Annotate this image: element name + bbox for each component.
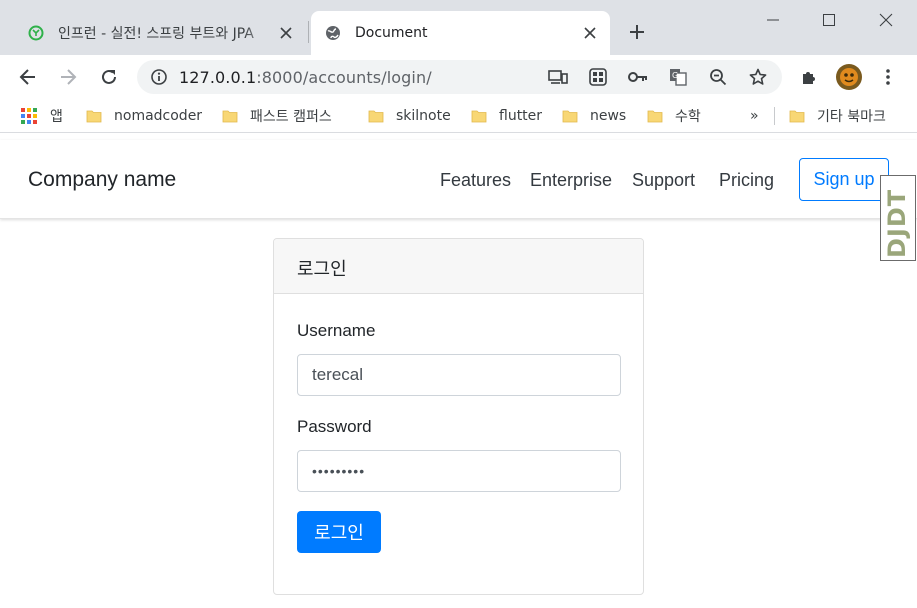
- url-text[interactable]: 127.0.0.1:8000/accounts/login/: [179, 68, 432, 87]
- login-card-title: 로그인: [274, 239, 643, 294]
- arrow-right-icon: [61, 69, 77, 85]
- plus-icon: [630, 25, 644, 39]
- bookmark-label: 수학: [675, 109, 701, 125]
- maximize-button[interactable]: [817, 8, 841, 32]
- bookmark-label: 기타 북마크: [817, 109, 886, 125]
- url-path: :8000/accounts/login/: [256, 68, 432, 87]
- close-icon[interactable]: [276, 23, 296, 43]
- nav-link-features[interactable]: Features: [440, 170, 511, 191]
- close-icon: [879, 13, 893, 27]
- login-card: 로그인 Username terecal Password ••••••••• …: [273, 238, 644, 595]
- menu-button[interactable]: [874, 63, 902, 91]
- bookmark-label: news: [590, 108, 627, 124]
- bookmark-apps[interactable]: 앱: [20, 106, 63, 126]
- nav-link-enterprise[interactable]: Enterprise: [530, 170, 612, 191]
- username-label: Username: [297, 321, 376, 340]
- site-navbar: Company name Features Enterprise Support…: [0, 140, 917, 219]
- brand-name[interactable]: Company name: [28, 168, 176, 192]
- avatar-icon: [836, 64, 862, 90]
- svg-text:G: G: [672, 71, 678, 80]
- extensions-button[interactable]: [795, 63, 823, 91]
- bookmarks-bar: 앱 nomadcoder 패스트 캠퍼스 skilnote flutter ne…: [0, 99, 917, 133]
- minimize-button[interactable]: [761, 8, 785, 32]
- debug-toolbar-label: DJDT: [883, 188, 911, 258]
- bookmarks-divider: [774, 107, 775, 125]
- login-submit-button[interactable]: 로그인: [297, 511, 381, 553]
- bookmark-folder-nomadcoder[interactable]: nomadcoder: [86, 106, 202, 126]
- tab-title: Document: [355, 25, 428, 41]
- puzzle-icon: [803, 72, 815, 84]
- bookmark-label: 앱: [50, 109, 63, 125]
- bookmark-folder-fastcampus[interactable]: 패스트 캠퍼스: [222, 106, 332, 126]
- debug-toolbar-handle[interactable]: DJDT: [880, 175, 916, 261]
- cast-icon[interactable]: [548, 67, 568, 87]
- signup-button[interactable]: Sign up: [799, 158, 889, 201]
- key-icon[interactable]: [628, 67, 648, 87]
- new-tab-button[interactable]: [625, 20, 649, 44]
- translate-icon[interactable]: G: [668, 67, 688, 87]
- bookmark-folder-other[interactable]: 기타 북마크: [789, 106, 886, 126]
- arrow-left-icon: [19, 69, 35, 85]
- tab-divider: [308, 21, 309, 43]
- globe-icon: [325, 25, 341, 41]
- tab-document[interactable]: Document: [311, 11, 610, 55]
- back-button[interactable]: [14, 63, 42, 91]
- qr-code-icon[interactable]: [588, 67, 608, 87]
- password-label: Password: [297, 417, 372, 436]
- bookmark-label: skilnote: [396, 108, 451, 124]
- bookmark-folder-skilnote[interactable]: skilnote: [368, 106, 451, 126]
- folder-icon: [471, 110, 487, 123]
- tab-inflearn[interactable]: 인프런 - 실전! 스프링 부트와 JPA: [14, 11, 306, 55]
- address-bar[interactable]: 127.0.0.1:8000/accounts/login/ G: [137, 60, 782, 94]
- chevron-double-right-icon: »: [750, 108, 759, 124]
- zoom-out-icon[interactable]: [708, 67, 728, 87]
- bookmark-label: nomadcoder: [114, 108, 203, 124]
- forward-button[interactable]: [54, 63, 82, 91]
- minimize-icon: [767, 19, 779, 21]
- reload-icon: [102, 69, 116, 84]
- folder-icon: [368, 110, 384, 123]
- folder-icon: [789, 110, 805, 123]
- nav-link-pricing[interactable]: Pricing: [719, 170, 774, 191]
- folder-icon: [647, 110, 663, 123]
- username-value: terecal: [312, 365, 364, 384]
- tab-title: 인프런 - 실전! 스프링 부트와 JPA: [58, 26, 254, 42]
- folder-icon: [86, 110, 102, 123]
- info-icon[interactable]: [149, 67, 169, 87]
- bookmark-folder-flutter[interactable]: flutter: [471, 106, 542, 126]
- folder-icon: [562, 110, 578, 123]
- profile-avatar[interactable]: [835, 63, 863, 91]
- password-field[interactable]: •••••••••: [297, 450, 621, 492]
- close-icon[interactable]: [580, 23, 600, 43]
- window-close-button[interactable]: [874, 8, 898, 32]
- bookmark-folder-math[interactable]: 수학: [647, 106, 701, 126]
- browser-titlebar: 인프런 - 실전! 스프링 부트와 JPA Document: [0, 0, 917, 55]
- password-value: •••••••••: [312, 463, 366, 479]
- more-vertical-icon: [886, 69, 890, 85]
- star-icon[interactable]: [748, 67, 768, 87]
- bookmark-label: flutter: [499, 108, 543, 124]
- reload-button[interactable]: [95, 63, 123, 91]
- page-content: Company name Features Enterprise Support…: [0, 140, 917, 608]
- apps-grid-icon: [21, 108, 37, 124]
- bookmarks-overflow-button[interactable]: »: [750, 106, 759, 126]
- bookmark-label: 패스트 캠퍼스: [250, 109, 332, 125]
- inflearn-icon: [28, 25, 44, 41]
- bookmark-folder-news[interactable]: news: [562, 106, 626, 126]
- folder-icon: [222, 110, 238, 123]
- nav-link-support[interactable]: Support: [632, 170, 695, 191]
- url-host: 127.0.0.1: [179, 68, 257, 87]
- maximize-icon: [823, 14, 835, 26]
- username-field[interactable]: terecal: [297, 354, 621, 396]
- browser-toolbar: 127.0.0.1:8000/accounts/login/ G: [0, 55, 917, 99]
